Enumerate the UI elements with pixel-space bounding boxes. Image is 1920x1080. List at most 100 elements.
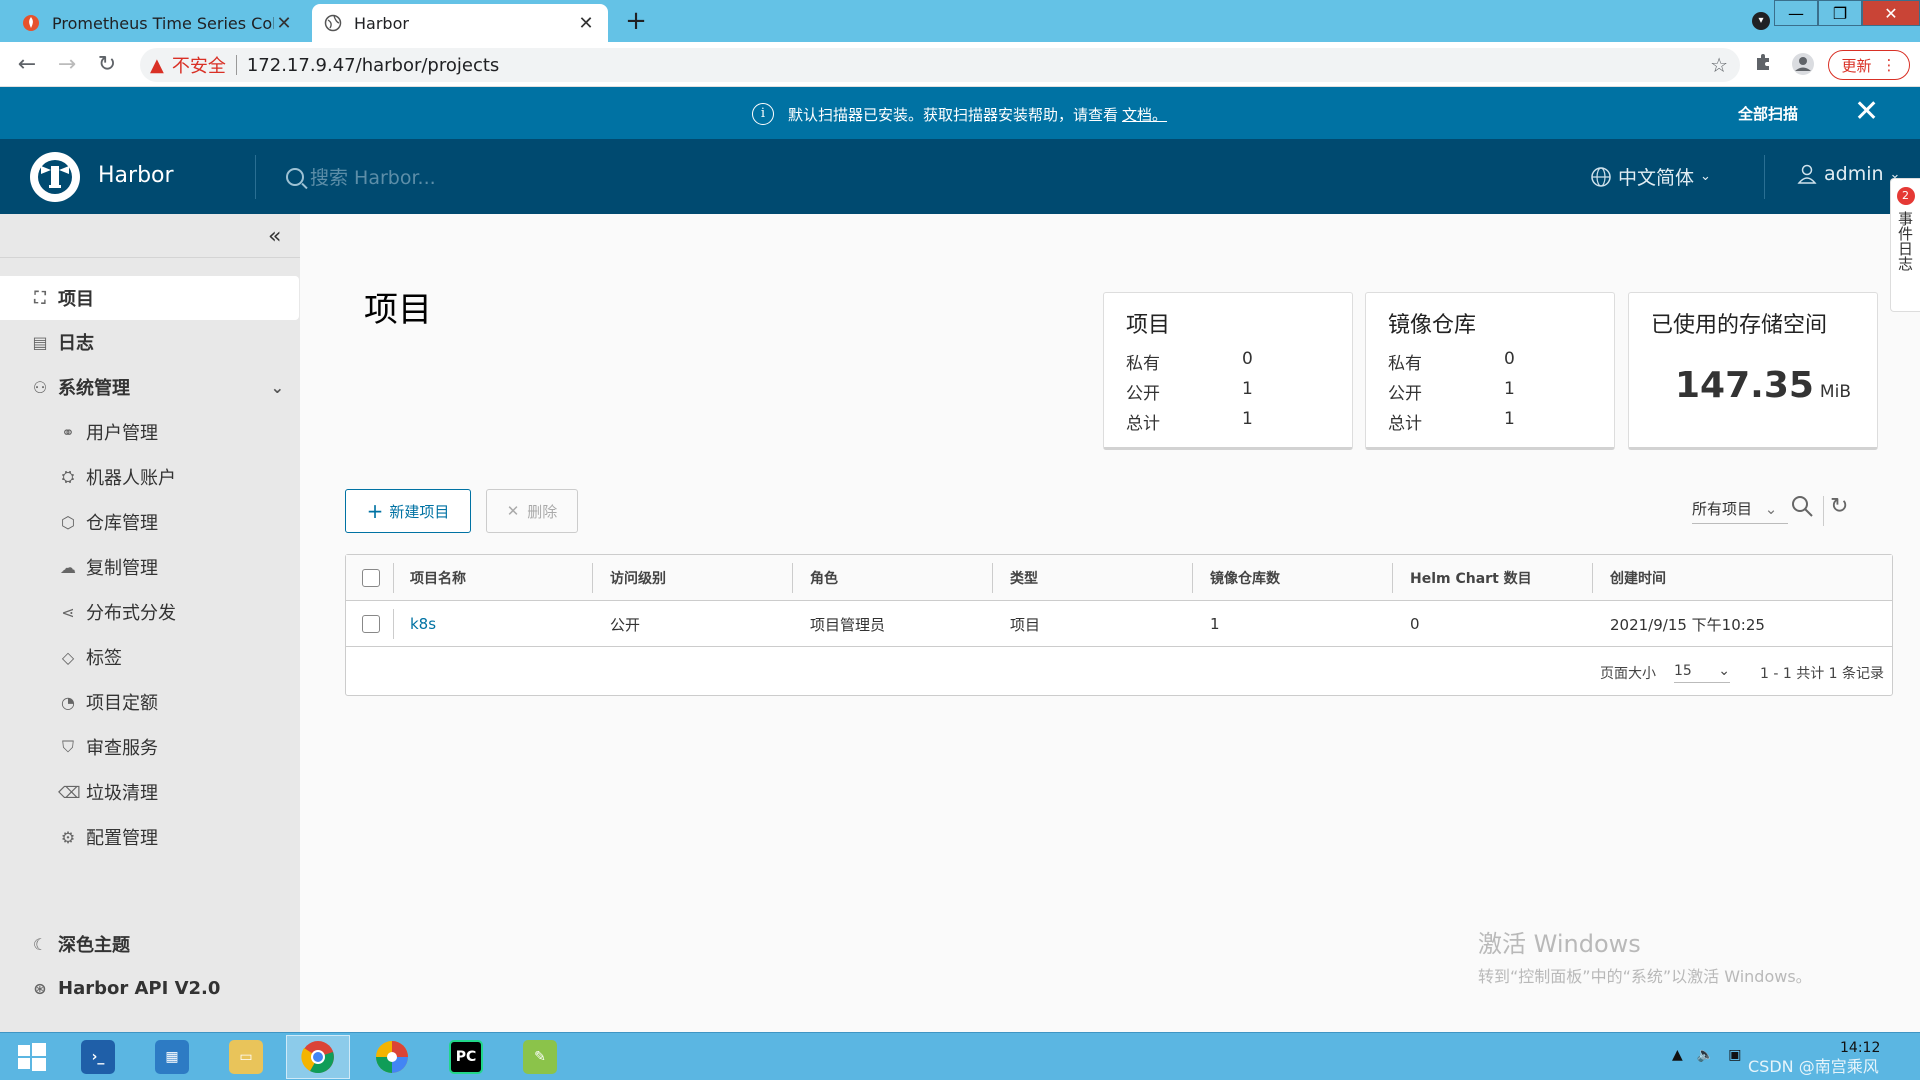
sidebar-item-labels[interactable]: ◇ 标签 [0,635,300,679]
warning-icon: ▲ [150,54,164,76]
sidebar-item-replication[interactable]: ☁ 复制管理 [0,545,300,589]
sidebar-item-configuration[interactable]: ⚙ 配置管理 [0,815,300,859]
folder-icon: ▭ [229,1040,263,1074]
search-icon[interactable] [1790,494,1814,524]
tab-search-icon[interactable]: ▾ [1752,12,1770,30]
powershell-icon: ›_ [81,1040,115,1074]
refresh-icon[interactable]: ↻ [1830,494,1848,519]
update-label: 更新 [1841,56,1872,75]
brand-name[interactable]: Harbor [98,163,174,188]
new-project-button[interactable]: + 新建项目 [345,489,471,533]
forward-icon[interactable]: → [52,50,82,80]
delete-button[interactable]: ✕ 删除 [486,489,578,533]
window-close-icon[interactable]: ✕ [1862,0,1920,26]
system-clock[interactable]: 14:12 [1840,1039,1880,1057]
browser-tab-prometheus[interactable]: Prometheus Time Series Colle ✕ [10,4,306,42]
close-tab-icon[interactable]: ✕ [274,13,294,34]
url-text: 172.17.9.47/harbor/projects [246,54,500,76]
scan-all-button[interactable]: 全部扫描 [1738,103,1798,124]
banner-text: 默认扫描器已安装。获取扫描器安装帮助，请查看 [788,105,1119,124]
harbor-logo-icon[interactable] [30,152,80,202]
column-header[interactable]: 镜像仓库数 [1210,555,1280,601]
chevron-down-icon: ⌄ [1700,169,1711,184]
start-button[interactable] [0,1035,64,1079]
collapse-sidebar-icon[interactable]: « [268,224,281,249]
sidebar-item-logs[interactable]: ▤ 日志 [0,320,300,364]
summary-row: 公开 1 [1388,379,1515,404]
sidebar-item-distribution[interactable]: ⋖ 分布式分发 [0,590,300,634]
tab-title: Prometheus Time Series Colle [52,13,274,33]
sidebar-item-robots[interactable]: ⛭ 机器人账户 [0,455,300,499]
card-title: 项目 [1126,313,1171,338]
taskbar-pycharm[interactable]: PC [434,1035,498,1079]
new-tab-button[interactable]: + [622,8,650,36]
language-selector[interactable]: 中文简体 ⌄ [1590,163,1711,190]
user-menu[interactable]: admin ⌄ [1796,163,1900,185]
profile-avatar-icon[interactable] [1790,52,1816,78]
close-tab-icon[interactable]: ✕ [576,13,596,34]
table-cell: 项目管理员 [810,615,886,634]
project-filter-select[interactable]: 所有项目 ⌄ [1692,498,1788,524]
page-size-select[interactable]: 15 ⌄ [1674,663,1730,683]
logs-icon: ▤ [32,332,48,352]
harbor-api-link[interactable]: ⊛ Harbor API V2.0 [0,966,300,1010]
windows-logo-icon [18,1043,46,1071]
column-header[interactable]: 类型 [1010,555,1038,601]
taskbar-powershell[interactable]: ›_ [66,1035,130,1079]
tab-title: Harbor [354,13,409,33]
delete-label: 删除 [527,502,558,521]
address-bar[interactable]: ▲ 不安全 172.17.9.47/harbor/projects ☆ [140,48,1740,82]
sidebar-item-label: 配置管理 [86,828,158,849]
info-icon: i [752,103,774,125]
sidebar-item-users[interactable]: ⚭ 用户管理 [0,410,300,454]
extensions-icon[interactable] [1750,52,1776,78]
toolbar-separator [1823,496,1824,526]
event-log-tab[interactable]: 2 事件日志 [1890,178,1920,312]
replication-icon: ☁ [60,557,76,577]
table-cell: 2021/9/15 下午10:25 [1610,615,1765,634]
network-icon[interactable]: ▣ [1728,1047,1741,1063]
project-name-link[interactable]: k8s [410,601,436,647]
sidebar-item-registries[interactable]: ⬡ 仓库管理 [0,500,300,544]
column-header[interactable]: 项目名称 [410,555,466,601]
minimize-icon[interactable]: — [1774,0,1818,26]
column-separator [1592,563,1593,593]
window-controls: — ❐ ✕ [1774,0,1920,26]
sidebar-item-interrogation[interactable]: ⛉ 审查服务 [0,725,300,769]
taskbar-notepad[interactable]: ✎ [508,1035,572,1079]
column-header[interactable]: Helm Chart 数目 [1410,555,1532,601]
taskbar-color-app[interactable] [360,1035,424,1079]
sidebar-item-gc[interactable]: ⌫ 垃圾清理 [0,770,300,814]
reload-icon[interactable]: ↻ [92,50,122,80]
sidebar-item-quotas[interactable]: ◔ 项目定额 [0,680,300,724]
select-all-checkbox[interactable] [362,555,380,601]
browser-tab-harbor[interactable]: Harbor ✕ [312,4,608,42]
table-cell: 公开 [610,615,641,634]
sidebar-item-label: 项目定额 [86,693,158,714]
dark-theme-toggle[interactable]: ☾ 深色主题 [0,922,300,966]
back-icon[interactable]: ← [12,50,42,80]
update-button[interactable]: 更新 ⋮ [1828,50,1910,80]
global-search[interactable]: 搜索 Harbor... [286,163,436,190]
row-checkbox[interactable] [362,601,380,647]
column-header[interactable]: 角色 [810,555,838,601]
bookmark-star-icon[interactable]: ☆ [1710,53,1728,77]
tray-expand-icon[interactable]: ▲ [1672,1047,1683,1063]
taskbar-chrome[interactable] [286,1035,350,1079]
page-size-label: 页面大小 [1600,666,1656,682]
new-project-label: 新建项目 [389,502,450,521]
column-header[interactable]: 访问级别 [610,555,666,601]
taskbar-server-manager[interactable]: ▦ [140,1035,204,1079]
registry-icon: ⬡ [61,512,75,532]
close-icon: ✕ [506,502,520,520]
column-header[interactable]: 创建时间 [1610,555,1666,601]
sidebar-item-projects[interactable]: ⛶ 项目 [0,276,299,320]
table-footer: 页面大小 15 ⌄ 1 - 1 共计 1 条记录 [346,647,1892,695]
banner-close-icon[interactable]: ✕ [1854,95,1879,129]
sidebar-item-admin[interactable]: ⚇ 系统管理 ⌄ [0,365,300,409]
taskbar-file-explorer[interactable]: ▭ [214,1035,278,1079]
volume-icon[interactable]: 🔈 [1697,1047,1714,1063]
restore-icon[interactable]: ❐ [1818,0,1862,26]
banner-doc-link[interactable]: 文档。 [1122,104,1167,125]
column-separator [992,563,993,593]
